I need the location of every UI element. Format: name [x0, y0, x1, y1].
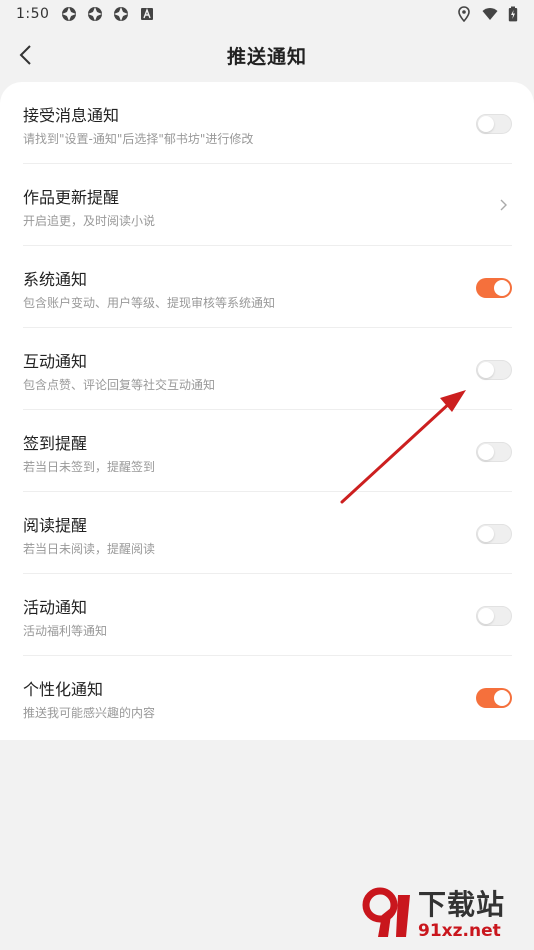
- toggle-knob: [494, 280, 510, 296]
- toggle-knob: [478, 116, 494, 132]
- status-bar: 1:50: [0, 0, 534, 28]
- setting-row-system-notice: 系统通知 包含账户变动、用户等级、提现审核等系统通知: [23, 246, 512, 328]
- status-right: [456, 6, 518, 22]
- app-icon: [114, 7, 129, 21]
- toggle-knob: [478, 526, 494, 542]
- toggle-knob: [478, 362, 494, 378]
- setting-row-interaction-notice: 互动通知 包含点赞、评论回复等社交互动通知: [23, 328, 512, 410]
- setting-title: 互动通知: [23, 352, 88, 371]
- wifi-icon: [482, 8, 498, 20]
- app-icon: [62, 7, 77, 21]
- back-button[interactable]: [10, 40, 40, 70]
- chevron-left-icon: [19, 45, 31, 65]
- setting-subtitle: 若当日未签到，提醒签到: [23, 460, 156, 474]
- setting-row-reading-reminder: 阅读提醒 若当日未阅读，提醒阅读: [23, 492, 512, 574]
- setting-row-accept-messages: 接受消息通知 请找到"设置-通知"后选择"郁书坊"进行修改: [23, 82, 512, 164]
- setting-title: 活动通知: [23, 598, 88, 617]
- setting-subtitle: 开启追更，及时阅读小说: [23, 214, 156, 228]
- header: 推送通知: [0, 28, 534, 82]
- a-icon: [141, 8, 154, 20]
- setting-title: 系统通知: [23, 270, 88, 289]
- activity-notice-toggle[interactable]: [476, 606, 512, 626]
- interaction-notice-toggle[interactable]: [476, 360, 512, 380]
- toggle-knob: [478, 444, 494, 460]
- personalized-notice-toggle[interactable]: [476, 688, 512, 708]
- setting-title: 阅读提醒: [23, 516, 88, 535]
- watermark: 下载站 91xz.net: [362, 886, 530, 946]
- setting-title: 个性化通知: [23, 680, 104, 699]
- setting-row-work-updates[interactable]: 作品更新提醒 开启追更，及时阅读小说: [23, 164, 512, 246]
- setting-row-personalized-notice: 个性化通知 推送我可能感兴趣的内容: [23, 656, 512, 738]
- system-notice-toggle[interactable]: [476, 278, 512, 298]
- setting-row-checkin-reminder: 签到提醒 若当日未签到，提醒签到: [23, 410, 512, 492]
- watermark-url: 91xz.net: [418, 921, 501, 941]
- setting-subtitle: 活动福利等通知: [23, 624, 108, 638]
- setting-row-activity-notice: 活动通知 活动福利等通知: [23, 574, 512, 656]
- battery-icon: [508, 6, 518, 22]
- watermark-text: 下载站 91xz.net: [418, 890, 505, 942]
- checkin-reminder-toggle[interactable]: [476, 442, 512, 462]
- accept-messages-toggle[interactable]: [476, 114, 512, 134]
- setting-subtitle: 包含点赞、评论回复等社交互动通知: [23, 378, 216, 392]
- watermark-title: 下载站: [418, 888, 506, 921]
- location-icon: [458, 6, 470, 22]
- settings-card: 接受消息通知 请找到"设置-通知"后选择"郁书坊"进行修改 作品更新提醒 开启追…: [0, 82, 534, 740]
- setting-subtitle: 若当日未阅读，提醒阅读: [23, 542, 156, 556]
- setting-title: 接受消息通知: [23, 106, 120, 125]
- setting-subtitle: 推送我可能感兴趣的内容: [23, 706, 156, 720]
- toggle-knob: [478, 608, 494, 624]
- chevron-right-icon[interactable]: [498, 196, 510, 214]
- app-icon: [88, 7, 103, 21]
- status-time: 1:50: [16, 6, 50, 22]
- setting-title: 作品更新提醒: [23, 188, 120, 207]
- setting-subtitle: 请找到"设置-通知"后选择"郁书坊"进行修改: [23, 132, 254, 146]
- reading-reminder-toggle[interactable]: [476, 524, 512, 544]
- toggle-knob: [494, 690, 510, 706]
- watermark-logo-icon: [362, 887, 410, 937]
- setting-subtitle: 包含账户变动、用户等级、提现审核等系统通知: [23, 296, 276, 310]
- page-title: 推送通知: [226, 45, 307, 68]
- setting-title: 签到提醒: [23, 434, 88, 453]
